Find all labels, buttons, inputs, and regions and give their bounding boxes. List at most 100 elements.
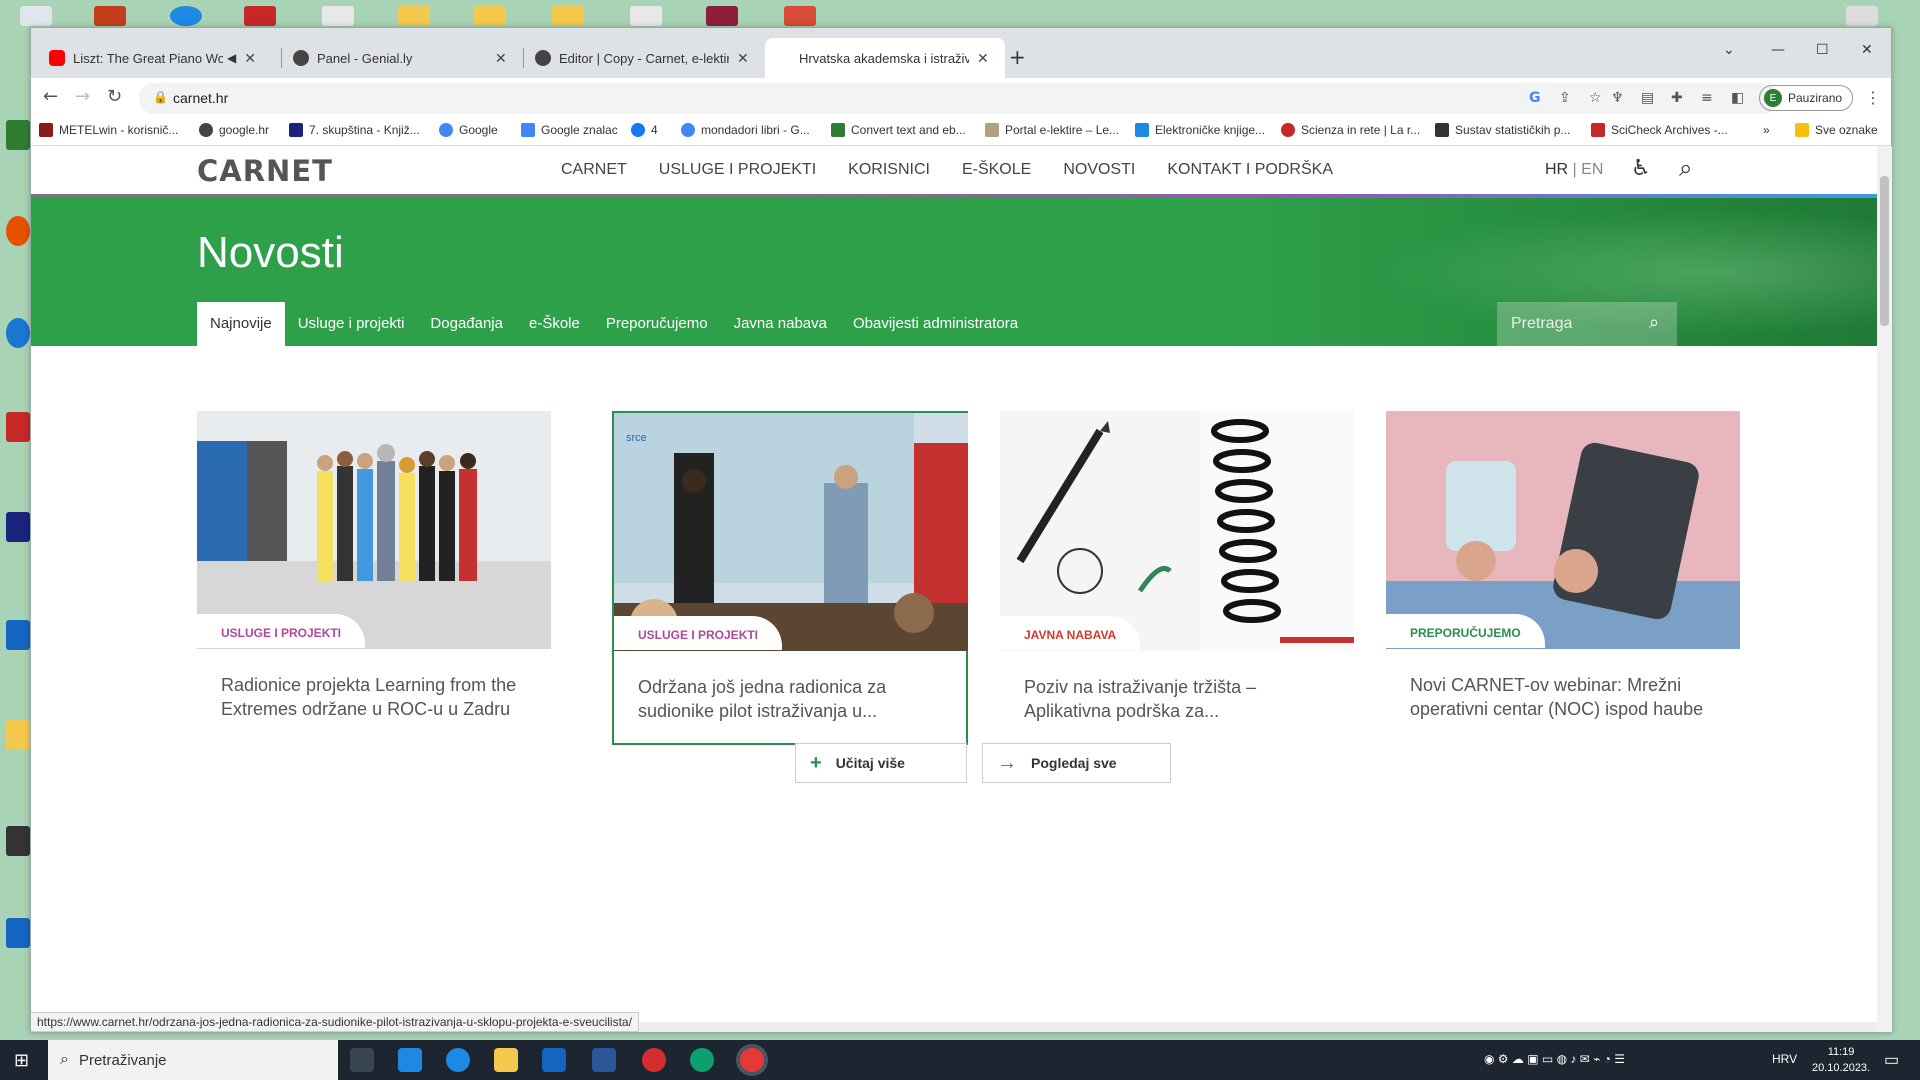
tab-obavijesti-administratora[interactable]: Obavijesti administratora bbox=[840, 302, 1031, 346]
desktop-word-icon[interactable] bbox=[20, 6, 52, 26]
bookmark-item[interactable]: Scienza in rete | La r... bbox=[1281, 123, 1420, 137]
edge-icon[interactable] bbox=[690, 1048, 714, 1072]
load-more-button[interactable]: + Učitaj više bbox=[795, 743, 967, 783]
reload-button[interactable]: ↻ bbox=[107, 86, 122, 107]
lang-en[interactable]: EN bbox=[1581, 161, 1603, 178]
tab-close-icon[interactable]: ✕ bbox=[495, 50, 507, 67]
bookmark-item[interactable]: 4 bbox=[631, 123, 658, 137]
desktop-app-icon[interactable] bbox=[6, 512, 30, 542]
tab-e-skole[interactable]: e-Škole bbox=[516, 302, 593, 346]
chrome-icon[interactable] bbox=[740, 1048, 764, 1072]
desktop-document-icon[interactable] bbox=[630, 6, 662, 26]
tab-preporucujemo[interactable]: Preporučujemo bbox=[593, 302, 721, 346]
mail-icon[interactable] bbox=[542, 1048, 566, 1072]
carnet-logo[interactable]: CARNET bbox=[197, 154, 333, 188]
bookmark-item[interactable]: Convert text and eb... bbox=[831, 123, 966, 137]
desktop-app-icon[interactable] bbox=[6, 216, 30, 246]
share-icon[interactable]: ⇪ bbox=[1559, 90, 1571, 106]
lang-hr[interactable]: HR bbox=[1545, 161, 1568, 178]
tab-youtube[interactable]: Liszt: The Great Piano Works ◀︎ ✕ bbox=[39, 38, 275, 78]
desktop-folder-icon[interactable] bbox=[398, 6, 430, 26]
nav-item-novosti[interactable]: NOVOSTI bbox=[1063, 161, 1135, 179]
desktop-app-icon[interactable] bbox=[784, 6, 816, 26]
browser-menu-icon[interactable]: ⋮ bbox=[1865, 88, 1881, 107]
extensions-puzzle-icon[interactable]: ✚ bbox=[1671, 90, 1683, 106]
desktop-folder-icon[interactable] bbox=[552, 6, 584, 26]
taskbar-clock[interactable]: 11:19 20.10.2023. bbox=[1812, 1044, 1870, 1076]
desktop-folder-icon[interactable] bbox=[474, 6, 506, 26]
desktop-app-icon[interactable] bbox=[6, 826, 30, 856]
desktop-app-icon[interactable] bbox=[6, 918, 30, 948]
internet-explorer-icon[interactable] bbox=[446, 1048, 470, 1072]
tab-dogadanja[interactable]: Događanja bbox=[417, 302, 516, 346]
windows-start-icon[interactable]: ⊞ bbox=[14, 1050, 29, 1071]
desktop-app-icon[interactable] bbox=[6, 318, 30, 348]
nav-item-carnet[interactable]: CARNET bbox=[561, 161, 627, 179]
desktop-gmail-icon[interactable] bbox=[244, 6, 276, 26]
bookmark-item[interactable]: 7. skupština - Knjiž... bbox=[289, 123, 420, 137]
bookmark-item[interactable]: Elektroničke knjige... bbox=[1135, 123, 1265, 137]
file-explorer-icon[interactable] bbox=[494, 1048, 518, 1072]
desktop-app-icon[interactable] bbox=[170, 6, 202, 26]
news-card[interactable]: JAVNA NABAVA Poziv na istraživanje tržiš… bbox=[1000, 411, 1354, 745]
bookmark-item[interactable]: METELwin - korisnič... bbox=[39, 123, 178, 137]
tray-language[interactable]: HRV bbox=[1772, 1052, 1797, 1066]
new-tab-button[interactable]: + bbox=[1009, 45, 1026, 69]
news-card-category[interactable]: USLUGE I PROJEKTI bbox=[614, 616, 783, 650]
google-lens-icon[interactable]: G bbox=[1529, 90, 1541, 106]
tab-javna-nabava[interactable]: Javna nabava bbox=[721, 302, 840, 346]
reading-list-icon[interactable]: ≡ bbox=[1701, 90, 1713, 106]
tab-genially[interactable]: Panel - Genial.ly ✕ bbox=[283, 38, 521, 78]
nav-item-kontakt[interactable]: KONTAKT I PODRŠKA bbox=[1167, 161, 1333, 179]
tab-close-icon[interactable]: ✕ bbox=[977, 50, 989, 67]
mute-icon[interactable]: ◀︎ bbox=[227, 51, 236, 65]
tab-carnet[interactable]: Hrvatska akademska i istraživačka ✕ bbox=[765, 38, 1005, 78]
desktop-document-icon[interactable] bbox=[322, 6, 354, 26]
news-card[interactable]: srce USLUGE I PROJEKTI Održana još jedna… bbox=[612, 411, 968, 745]
tray-icons[interactable]: ◉ ⚙ ☁ ▣ ▭ ◍ ♪ ✉ ⌁ ◔ ☰ bbox=[1484, 1052, 1625, 1066]
desktop-powerpoint-icon[interactable] bbox=[94, 6, 126, 26]
bookmark-star-icon[interactable]: ☆ bbox=[1589, 90, 1602, 106]
scrollbar-thumb[interactable] bbox=[1880, 176, 1889, 326]
profile-button[interactable]: E Pauzirano bbox=[1759, 85, 1853, 111]
tab-close-icon[interactable]: ✕ bbox=[737, 50, 749, 67]
bookmark-item[interactable]: mondadori libri - G... bbox=[681, 123, 810, 137]
desktop-app-icon[interactable] bbox=[706, 6, 738, 26]
bookmark-item[interactable]: SciCheck Archives -... bbox=[1591, 123, 1728, 137]
more-bookmarks-icon[interactable]: » bbox=[1763, 123, 1770, 137]
word-icon[interactable] bbox=[592, 1048, 616, 1072]
desktop-app-icon[interactable] bbox=[6, 120, 30, 150]
news-card-category[interactable]: JAVNA NABAVA bbox=[1000, 616, 1141, 650]
extension-icon[interactable]: ♆ bbox=[1611, 90, 1624, 106]
desktop-app-icon[interactable] bbox=[6, 620, 30, 650]
close-window-button[interactable]: ✕ bbox=[1861, 42, 1873, 58]
store-icon[interactable] bbox=[398, 1048, 422, 1072]
news-card-title[interactable]: Novi CARNET-ov webinar: Mrežni operativn… bbox=[1410, 673, 1720, 721]
bookmark-item[interactable]: Google bbox=[439, 123, 498, 137]
taskbar-search[interactable]: ⌕ Pretraživanje bbox=[48, 1040, 338, 1080]
tab-usluge-i-projekti[interactable]: Usluge i projekti bbox=[285, 302, 418, 346]
forward-button[interactable]: → bbox=[75, 86, 90, 107]
desktop-app-icon[interactable] bbox=[1846, 6, 1878, 26]
extension-icon[interactable]: ▤ bbox=[1641, 90, 1654, 106]
notifications-icon[interactable]: ▭ bbox=[1884, 1050, 1899, 1070]
tab-search-icon[interactable]: ⌄ bbox=[1723, 42, 1735, 58]
accessibility-icon[interactable]: ♿ bbox=[1631, 156, 1651, 181]
news-card[interactable]: PREPORUČUJEMO Novi CARNET-ov webinar: Mr… bbox=[1386, 411, 1740, 745]
bookmark-item[interactable]: Sustav statističkih p... bbox=[1435, 123, 1570, 137]
bookmark-item[interactable]: google.hr bbox=[199, 123, 269, 137]
all-bookmarks-folder[interactable]: Sve oznake bbox=[1795, 123, 1878, 137]
bookmark-item[interactable]: Google znalac bbox=[521, 123, 618, 137]
news-card-category[interactable]: PREPORUČUJEMO bbox=[1386, 614, 1545, 648]
nav-item-e-skole[interactable]: E-ŠKOLE bbox=[962, 161, 1031, 179]
tab-najnovije[interactable]: Najnovije bbox=[197, 302, 285, 346]
minimize-button[interactable]: — bbox=[1771, 42, 1785, 58]
task-view-icon[interactable] bbox=[350, 1048, 374, 1072]
back-button[interactable]: ← bbox=[43, 86, 58, 107]
news-card[interactable]: USLUGE I PROJEKTI Radionice projekta Lea… bbox=[197, 411, 551, 745]
desktop-app-icon[interactable] bbox=[6, 412, 30, 442]
nav-item-usluge[interactable]: USLUGE I PROJEKTI bbox=[659, 161, 816, 179]
tab-editor[interactable]: Editor | Copy - Carnet, e-lektira ✕ bbox=[525, 38, 763, 78]
address-bar[interactable]: 🔒 carnet.hr G ⇪ ☆ bbox=[139, 83, 1779, 114]
search-icon[interactable]: ⌕ bbox=[1649, 312, 1659, 333]
